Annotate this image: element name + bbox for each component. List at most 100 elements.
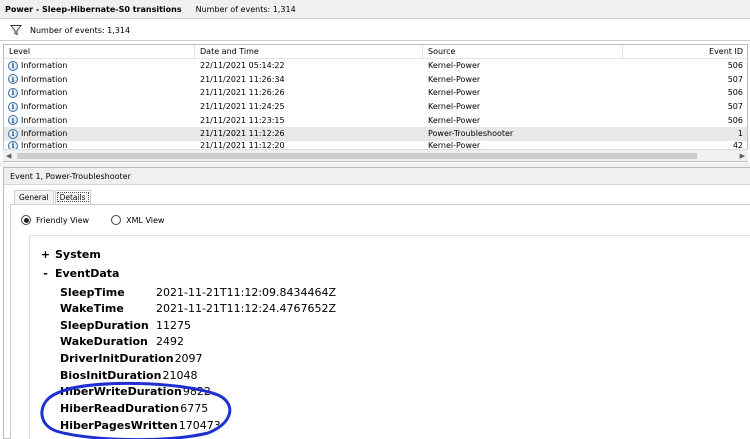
row-date: 21/11/2021 11:12:20 bbox=[200, 140, 285, 149]
tab-details[interactable]: Details bbox=[54, 190, 91, 204]
row-level: Information bbox=[21, 140, 68, 149]
row-level: Information bbox=[21, 74, 68, 84]
collapse-toggle-icon[interactable]: - bbox=[40, 267, 51, 280]
window-title-bar: Power - Sleep-Hibernate-S0 transitions N… bbox=[0, 0, 750, 19]
event-data-key: HiberPagesWritten bbox=[60, 419, 178, 432]
log-event-count: Number of events: 1,314 bbox=[195, 4, 296, 14]
row-event-id: 506 bbox=[727, 88, 743, 98]
tree-node-label: EventData bbox=[55, 267, 120, 280]
log-title: Power - Sleep-Hibernate-S0 transitions bbox=[5, 4, 182, 14]
event-data-row: WakeTime 2021-11-21T11:12:24.4767652Z bbox=[60, 302, 336, 315]
event-detail-pane: Event 1, Power-Troubleshooter General De… bbox=[3, 167, 750, 439]
info-icon: i bbox=[8, 87, 18, 98]
row-source: Kernel-Power bbox=[428, 74, 481, 84]
scroll-left-arrow-icon[interactable]: ◀ bbox=[6, 152, 11, 160]
event-data-row: HiberReadDuration 6775 bbox=[60, 402, 208, 415]
row-event-id: 1 bbox=[737, 129, 743, 139]
info-icon: i bbox=[8, 101, 18, 112]
info-icon: i bbox=[8, 128, 18, 139]
tree-node-eventdata[interactable]: - EventData bbox=[40, 267, 119, 280]
event-data-row: SleepTime 2021-11-21T11:12:09.8434464Z bbox=[60, 286, 336, 299]
filter-icon[interactable] bbox=[10, 24, 22, 36]
row-date: 21/11/2021 11:23:15 bbox=[200, 115, 285, 125]
expand-toggle-icon[interactable]: + bbox=[40, 248, 51, 261]
event-data-value: 2492 bbox=[156, 335, 184, 348]
grid-header: Level Date and Time Source Event ID bbox=[4, 45, 747, 59]
table-row[interactable]: i Information 21/11/2021 11:12:20 Kernel-… bbox=[4, 140, 747, 149]
filter-count-text: Number of events: 1,314 bbox=[30, 25, 131, 35]
row-level: Information bbox=[21, 115, 68, 125]
event-data-key: WakeTime bbox=[60, 302, 124, 315]
event-data-key: WakeDuration bbox=[60, 335, 148, 348]
events-grid[interactable]: Level Date and Time Source Event ID i Inf… bbox=[3, 44, 748, 162]
event-data-row: BiosInitDuration 21048 bbox=[60, 369, 197, 382]
event-data-value: 2097 bbox=[174, 352, 203, 365]
row-event-id: 506 bbox=[727, 61, 743, 71]
table-row-selected[interactable]: i Information 21/11/2021 11:12:26 Power-T… bbox=[4, 126, 747, 141]
event-data-row: HiberWriteDuration 9822 bbox=[60, 385, 211, 398]
xml-view-radio[interactable] bbox=[111, 215, 122, 225]
scroll-thumb[interactable] bbox=[17, 153, 697, 159]
filter-bar: Number of events: 1,314 bbox=[0, 20, 750, 41]
info-icon: i bbox=[8, 140, 18, 149]
row-event-id: 42 bbox=[732, 140, 743, 149]
tree-node-label: System bbox=[55, 248, 101, 261]
event-data-key: DriverInitDuration bbox=[60, 352, 174, 365]
event-data-row: SleepDuration 11275 bbox=[60, 319, 191, 332]
column-header-source[interactable]: Source bbox=[423, 45, 623, 58]
table-row[interactable]: i Information 21/11/2021 11:26:34 Kernel-… bbox=[4, 73, 747, 87]
detail-header: Event 1, Power-Troubleshooter bbox=[4, 168, 750, 185]
row-source: Kernel-Power bbox=[428, 88, 481, 98]
row-date: 21/11/2021 11:12:26 bbox=[200, 129, 285, 139]
details-tab-panel: Friendly View XML View + System - EventD… bbox=[10, 204, 750, 439]
tree-node-system[interactable]: + System bbox=[40, 248, 101, 261]
row-level: Information bbox=[21, 129, 68, 139]
event-data-value: 170473 bbox=[178, 419, 221, 432]
row-event-id: 507 bbox=[727, 74, 743, 84]
grid-horizontal-scrollbar[interactable]: ◀ ▶ bbox=[3, 149, 748, 161]
table-row[interactable]: i Information 21/11/2021 11:26:26 Kernel-… bbox=[4, 86, 747, 100]
row-date: 21/11/2021 11:24:25 bbox=[200, 102, 285, 112]
row-date: 21/11/2021 11:26:26 bbox=[200, 88, 285, 98]
row-source: Kernel-Power bbox=[428, 115, 481, 125]
row-level: Information bbox=[21, 88, 68, 98]
xml-view-label[interactable]: XML View bbox=[126, 216, 164, 225]
event-data-row: WakeDuration 2492 bbox=[60, 335, 184, 348]
event-data-value: 6775 bbox=[180, 402, 209, 415]
view-options: Friendly View XML View bbox=[21, 215, 186, 225]
table-row[interactable]: i Information 21/11/2021 11:24:25 Kernel-… bbox=[4, 100, 747, 114]
detail-tabs: General Details bbox=[14, 190, 92, 204]
event-data-key: SleepDuration bbox=[60, 319, 149, 332]
event-data-row: DriverInitDuration 2097 bbox=[60, 352, 203, 365]
row-source: Kernel-Power bbox=[428, 61, 481, 71]
column-header-event-id[interactable]: Event ID bbox=[623, 45, 747, 58]
event-data-value: 9822 bbox=[182, 385, 211, 398]
row-level: Information bbox=[21, 102, 68, 112]
event-data-key: BiosInitDuration bbox=[60, 369, 162, 382]
info-icon: i bbox=[8, 60, 18, 71]
event-data-value: 2021-11-21T11:12:24.4767652Z bbox=[156, 302, 337, 315]
info-icon: i bbox=[8, 74, 18, 85]
friendly-view-label[interactable]: Friendly View bbox=[36, 216, 89, 225]
friendly-view-radio[interactable] bbox=[21, 215, 31, 225]
event-data-key: SleepTime bbox=[60, 286, 125, 299]
friendly-view-content: + System - EventData SleepTime 2021-11-2… bbox=[29, 235, 750, 439]
row-date: 21/11/2021 11:26:34 bbox=[200, 74, 285, 84]
row-source: Power-Troubleshooter bbox=[428, 129, 514, 139]
row-date: 22/11/2021 05:14:22 bbox=[200, 61, 285, 71]
column-header-level[interactable]: Level bbox=[4, 45, 195, 58]
column-header-date[interactable]: Date and Time bbox=[195, 45, 423, 58]
tab-general[interactable]: General bbox=[14, 190, 54, 204]
row-event-id: 506 bbox=[727, 115, 743, 125]
scroll-right-arrow-icon[interactable]: ▶ bbox=[740, 152, 745, 160]
event-data-key: HiberReadDuration bbox=[60, 402, 180, 415]
event-data-row: HiberPagesWritten 170473 bbox=[60, 419, 221, 432]
row-source: Kernel-Power bbox=[428, 140, 481, 149]
row-event-id: 507 bbox=[727, 102, 743, 112]
table-row[interactable]: i Information 21/11/2021 11:23:15 Kernel-… bbox=[4, 113, 747, 127]
row-source: Kernel-Power bbox=[428, 102, 481, 112]
table-row[interactable]: i Information 22/11/2021 05:14:22 Kernel-… bbox=[4, 59, 747, 73]
event-data-value: 2021-11-21T11:12:09.8434464Z bbox=[156, 286, 337, 299]
info-icon: i bbox=[8, 115, 18, 126]
event-data-value: 21048 bbox=[162, 369, 198, 382]
